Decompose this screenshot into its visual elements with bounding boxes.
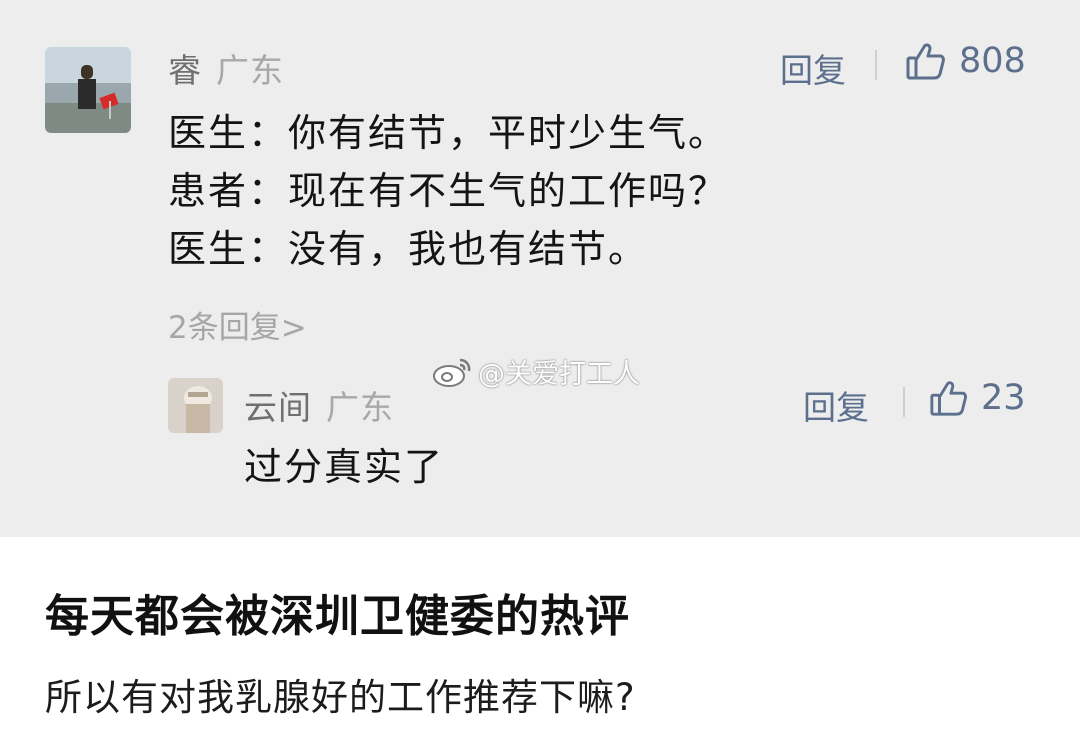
comment-username[interactable]: 睿广东 — [168, 44, 284, 92]
thumbs-up-icon — [930, 381, 967, 416]
caption-body: 所以有对我乳腺好的工作推荐下嘛? — [45, 676, 636, 719]
comment-line: 医生：你有结节，平时少生气。 — [168, 111, 729, 155]
thumbs-up-icon — [906, 43, 945, 80]
weibo-logo-icon — [433, 358, 471, 387]
caption-headline: 每天都会被深圳卫健委的热评 — [45, 591, 630, 642]
like-button[interactable]: 808 — [905, 40, 1026, 82]
sub-reply-text: 过分真实了 — [244, 445, 445, 489]
reply-button[interactable]: 回复 — [803, 381, 869, 429]
username-text[interactable]: 睿 — [168, 51, 202, 90]
action-divider — [875, 50, 877, 80]
sub-reply-username[interactable]: 云间 广东 — [244, 381, 394, 429]
like-count: 23 — [981, 378, 1026, 418]
like-button[interactable]: 23 — [929, 378, 1026, 418]
comment-line: 医生：没有，我也有结节。 — [168, 227, 649, 271]
watermark: @关爱打工人 — [432, 352, 640, 391]
avatar[interactable] — [45, 47, 131, 133]
location-text: 广东 — [216, 51, 284, 90]
watermark-text: @关爱打工人 — [478, 359, 640, 390]
comment-line: 患者：现在有不生气的工作吗？ — [168, 169, 729, 213]
comment-card: 睿广东 回复 808 医生：你有结节，平时少生气。 患者：现在有不生气的工作吗？… — [0, 0, 1080, 537]
username-text[interactable]: 云间 — [244, 388, 312, 427]
location-text: 广东 — [326, 388, 394, 427]
sub-reply-avatar[interactable] — [168, 378, 223, 433]
action-divider — [903, 387, 905, 417]
like-count: 808 — [959, 41, 1026, 81]
reply-button[interactable]: 回复 — [780, 44, 846, 92]
view-replies-link[interactable]: 2条回复> — [168, 302, 307, 347]
